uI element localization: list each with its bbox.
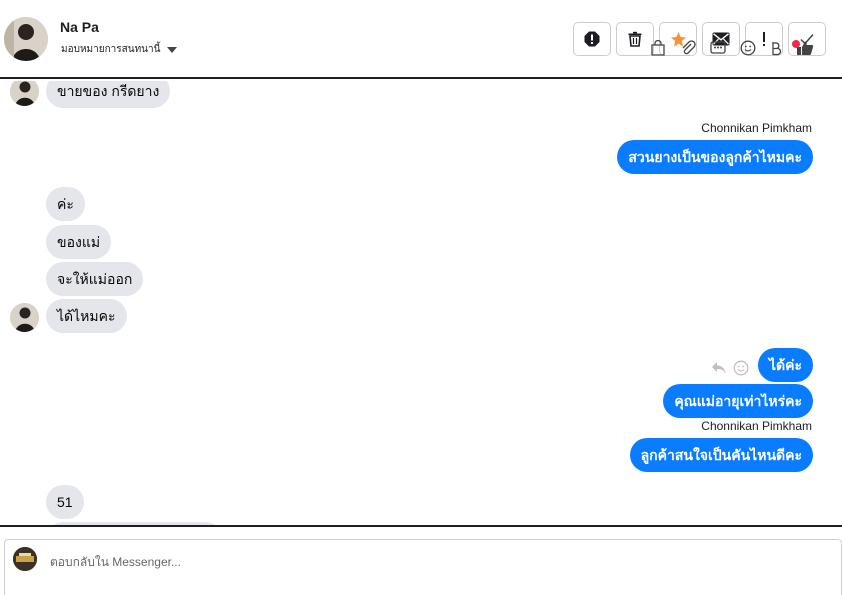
sender-name: Chonnikan Pimkham (701, 121, 812, 135)
outgoing-message[interactable]: สวนยางเป็นของลูกค้าไหมคะ (617, 140, 813, 174)
reply-composer[interactable]: ตอบกลับใน Messenger... (4, 539, 842, 595)
spam-icon (584, 31, 600, 47)
message-thread[interactable]: ขายของ กรีดยาง Chonnikan Pimkham สวนยางเ… (0, 81, 842, 525)
divider (0, 525, 842, 527)
mark-spam-button[interactable] (573, 22, 611, 56)
chevron-down-icon (167, 46, 178, 53)
contact-avatar[interactable] (4, 17, 48, 61)
incoming-message[interactable]: ของแม่ (46, 225, 112, 259)
incoming-message[interactable]: ค่ะ (46, 187, 85, 221)
message-hover-tools (711, 360, 749, 376)
trash-icon (628, 31, 642, 47)
attachment-icon[interactable] (680, 40, 696, 56)
incoming-message[interactable]: ได้ไหมคะ (46, 299, 127, 333)
reply-icon[interactable] (711, 361, 727, 375)
notification-dot (792, 40, 800, 48)
outgoing-message[interactable]: คุณแม่อายุเท่าไหร่คะ (663, 384, 813, 418)
incoming-message[interactable]: ขายของ กรีดยาง (46, 81, 171, 108)
contact-avatar-small (10, 81, 39, 106)
assign-label: มอบหมายการสนทนานี้ (61, 44, 161, 55)
saved-reply-icon[interactable] (710, 40, 726, 56)
composer-tools (650, 40, 814, 56)
shopping-bag-icon[interactable] (650, 40, 666, 56)
outgoing-message[interactable]: ลูกค้าสนใจเป็นคันไหนดีคะ (629, 438, 813, 472)
incoming-message[interactable]: 51 (46, 485, 84, 519)
page-avatar (13, 547, 37, 571)
contact-avatar-small (10, 303, 39, 332)
delete-button[interactable] (616, 22, 654, 56)
emoji-icon[interactable] (740, 40, 756, 56)
outgoing-message[interactable]: ได้ค่ะ (757, 348, 813, 382)
sender-name: Chonnikan Pimkham (701, 419, 812, 433)
contact-name[interactable]: Na Pa (60, 19, 99, 35)
incoming-message[interactable]: จะให้แม่ออก (46, 262, 144, 296)
payment-icon[interactable] (770, 40, 782, 56)
assign-conversation-dropdown[interactable]: มอบหมายการสนทนานี้ (61, 42, 178, 57)
reply-input[interactable]: ตอบกลับใน Messenger... (50, 553, 181, 572)
react-icon[interactable] (733, 360, 749, 376)
